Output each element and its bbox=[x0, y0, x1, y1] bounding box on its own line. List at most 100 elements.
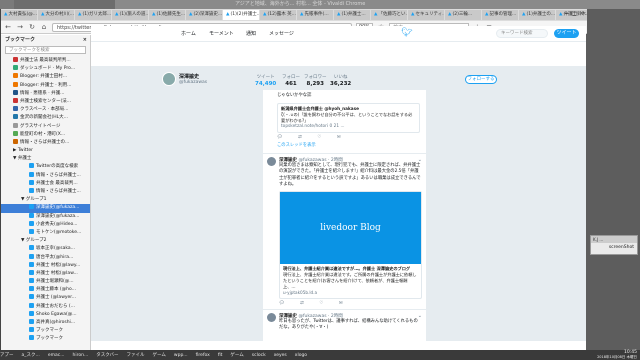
bookmark-item[interactable]: モトケン(@motoke... bbox=[1, 228, 90, 237]
bookmark-item[interactable]: 唐台平太(@hira... bbox=[1, 253, 90, 262]
bookmark-item[interactable]: ブックマーク bbox=[1, 335, 90, 343]
like-icon[interactable]: ♡ bbox=[319, 301, 323, 306]
bookmark-item[interactable]: グラスサイトページ bbox=[1, 122, 90, 131]
bookmark-item[interactable]: ▼ グループ1 bbox=[1, 196, 90, 204]
taskbar-item[interactable]: ファイル bbox=[127, 352, 145, 358]
bookmark-item[interactable]: 弁護士 村松(@lawy... bbox=[1, 261, 90, 270]
bookmark-item[interactable]: ▼ グループ2 bbox=[1, 237, 90, 245]
bookmark-item[interactable]: 情報・さらば弁護士... bbox=[1, 171, 90, 180]
reply-icon[interactable]: 💬︎ bbox=[277, 135, 283, 140]
stat-following[interactable]: フォロー 461 bbox=[282, 74, 300, 87]
bookmark-search-input[interactable]: ブックマークを検索 bbox=[5, 46, 86, 54]
taskbar-item[interactable]: アプー bbox=[0, 352, 14, 358]
taskbar-item[interactable]: ゲーム bbox=[230, 352, 243, 358]
bookmark-item[interactable]: 坂本正幸(@saka... bbox=[1, 245, 90, 253]
window-controls[interactable]: − □ × bbox=[564, 10, 584, 17]
tweet-2[interactable]: 深澤諭史 @fukazawas · 2時間 ⌄ 昨日も思ったが、Twitterは、… bbox=[263, 310, 426, 335]
bookmark-item[interactable]: ▶ Twitter bbox=[1, 147, 90, 155]
taskbar-item[interactable]: hiron... bbox=[73, 353, 89, 358]
browser-tab[interactable]: ▲(1)弁護士... bbox=[334, 10, 370, 20]
bookmark-item[interactable]: 弁護士 村松(@law... bbox=[1, 269, 90, 278]
dm-icon[interactable]: ✉ bbox=[339, 301, 343, 306]
bookmark-item[interactable]: 弁護士 (@lawyer... bbox=[1, 294, 90, 302]
sidebar-close-icon[interactable]: × bbox=[83, 35, 87, 45]
bookmark-item[interactable]: 情報・さらば弁護士... bbox=[1, 188, 90, 196]
link-card[interactable]: livedoor Blog 現行法上、弁護士紹介業は違法ですが…。弁護士 深澤諭… bbox=[279, 190, 422, 299]
twitter-search-input[interactable]: キーワード検索 bbox=[496, 29, 548, 38]
browser-tab[interactable]: ▲大村貴弘(@... bbox=[1, 10, 37, 20]
browser-tab[interactable]: ▲(12)露木 英... bbox=[260, 10, 296, 20]
bookmark-item[interactable]: 弁護士おだむら (... bbox=[1, 302, 90, 311]
dm-icon[interactable]: ✉ bbox=[337, 135, 341, 140]
bookmark-item[interactable]: 能登町の村・港町(X... bbox=[1, 130, 90, 139]
bookmark-item[interactable]: Shoko Egawa(@... bbox=[1, 310, 90, 319]
bookmark-item[interactable]: 情報 · 悪徳系 · 弁護... bbox=[1, 89, 90, 98]
retweet-icon[interactable]: ⇄ bbox=[298, 135, 302, 140]
tweet-author[interactable]: 深澤諭史 bbox=[279, 158, 297, 163]
reload-icon[interactable]: ↻ bbox=[28, 23, 36, 31]
bookmark-item[interactable]: 弁護士会 最高裁判... bbox=[1, 179, 90, 188]
quoted-tweet-card[interactable]: 新潟県弁護士会弁護士 @hyoh_nakase ζ(・.∪の)「誰を飼わせ自分の… bbox=[277, 102, 420, 133]
nav-moments[interactable]: モーメント bbox=[209, 30, 234, 37]
bookmark-item[interactable]: ブックマーク bbox=[1, 327, 90, 335]
nav-messages[interactable]: メッセージ bbox=[269, 30, 294, 37]
reply-icon[interactable]: 💬︎ bbox=[279, 301, 285, 306]
tweet-menu-icon[interactable]: ⌄ bbox=[418, 313, 422, 319]
follow-button[interactable]: フォローする bbox=[465, 75, 497, 84]
taskbar-clock[interactable]: 10:45 2018年10月08日 木曜日 bbox=[597, 350, 637, 360]
bookmark-item[interactable]: ダッシュボード · My Pro... bbox=[1, 65, 90, 73]
profile-avatar[interactable] bbox=[162, 72, 176, 86]
tweet-button[interactable]: ツイート bbox=[554, 29, 579, 38]
tweet-author[interactable]: 深澤諭史 bbox=[279, 314, 297, 319]
browser-tab[interactable]: ▲(1)佐藤先生... bbox=[149, 10, 185, 20]
twitter-bird-icon[interactable]: 🐦︎ bbox=[401, 28, 412, 38]
taskbar-item[interactable]: fit bbox=[218, 353, 223, 358]
browser-tab[interactable]: ▲(2)三輪... bbox=[445, 10, 481, 20]
nav-notifications[interactable]: 通知 bbox=[246, 30, 256, 37]
tweet-avatar[interactable] bbox=[267, 312, 276, 322]
taskbar-item[interactable]: タスクバー bbox=[96, 352, 118, 358]
taskbar-item[interactable]: xeyes bbox=[274, 353, 287, 358]
bookmark-item[interactable]: 弁護士藤本 (@ho... bbox=[1, 286, 90, 294]
retweet-icon[interactable]: ⇄ bbox=[300, 301, 304, 306]
taskbar-item[interactable]: xlogo bbox=[295, 353, 307, 358]
bookmark-item[interactable]: 弁護士検索センター(法... bbox=[1, 97, 90, 106]
forward-icon[interactable]: → bbox=[16, 23, 24, 31]
browser-tab[interactable]: ▲セキュリティ... bbox=[408, 10, 444, 20]
bookmark-item[interactable]: 高井真(@hiroshi... bbox=[1, 319, 90, 327]
bookmark-item[interactable]: Blogger: 弁護士 · 利用... bbox=[1, 81, 90, 90]
browser-tab[interactable]: ▲「佐藤巧とい... bbox=[371, 10, 407, 20]
bookmark-item[interactable]: ▼ 弁護士 bbox=[1, 155, 90, 163]
profile-name[interactable]: 深澤諭史 bbox=[179, 73, 199, 80]
stat-likes[interactable]: いいね 36,232 bbox=[330, 74, 351, 87]
stat-followers[interactable]: フォロワー 8,293 bbox=[304, 74, 327, 87]
stat-tweets[interactable]: ツイート 74,490 bbox=[255, 74, 276, 87]
browser-tab[interactable]: ▲先帳事件(… bbox=[297, 10, 333, 20]
taskbar-item[interactable]: emac... bbox=[48, 353, 65, 358]
taskbar-item[interactable]: a_スク... bbox=[22, 352, 40, 358]
browser-tab[interactable]: ▲(1)(2)弁護士... bbox=[223, 10, 259, 20]
tweet-menu-icon[interactable]: ⌄ bbox=[418, 157, 422, 163]
bookmark-item[interactable]: クラスペース · 本部局... bbox=[1, 106, 90, 114]
screenshot-popup[interactable]: K.J ... screenShot bbox=[590, 235, 638, 255]
tweet-1[interactable]: 深澤諭史 @fukazawas · 2時間 ⌄ 同業の皆さまは察知として、現行犯で… bbox=[263, 154, 426, 309]
browser-tab[interactable]: ▲(2)深澤諭史... bbox=[186, 10, 222, 20]
bookmark-item[interactable]: Blogger: 弁護士田村... bbox=[1, 73, 90, 81]
like-icon[interactable]: ♡ bbox=[317, 135, 321, 140]
tweet-avatar[interactable] bbox=[267, 156, 276, 166]
taskbar-item[interactable]: firefox bbox=[196, 353, 210, 358]
home-icon[interactable]: ⌂ bbox=[40, 23, 48, 31]
browser-tab[interactable]: ▲(1)/旅人の道... bbox=[112, 10, 148, 20]
browser-tab[interactable]: ▲(1)ガリ太郎... bbox=[75, 10, 111, 20]
browser-tab[interactable]: ▲大分の村川(... bbox=[38, 10, 74, 20]
bookmark-item[interactable]: 深澤諭史(@fukaza... bbox=[1, 212, 90, 221]
bookmark-item[interactable]: Twitterの高度な検索 bbox=[1, 163, 90, 171]
browser-tab[interactable]: ▲記事の管理... bbox=[482, 10, 518, 20]
show-thread-link[interactable]: このスレッドを表示 bbox=[277, 142, 420, 148]
bookmark-item[interactable]: 金沢の新聞会社(HL大... bbox=[1, 114, 90, 122]
taskbar-item[interactable]: sclock bbox=[252, 353, 266, 358]
bookmark-item[interactable]: 深澤諭史(@fukaza... bbox=[1, 204, 90, 213]
quoted-link[interactable]: topsketzal.note/hotori 0 21 ... bbox=[281, 124, 416, 130]
bookmark-item[interactable]: 弁護士法 最高裁判所判... bbox=[1, 57, 90, 65]
browser-tab[interactable]: ▲(1)弁護士の... bbox=[519, 10, 555, 20]
